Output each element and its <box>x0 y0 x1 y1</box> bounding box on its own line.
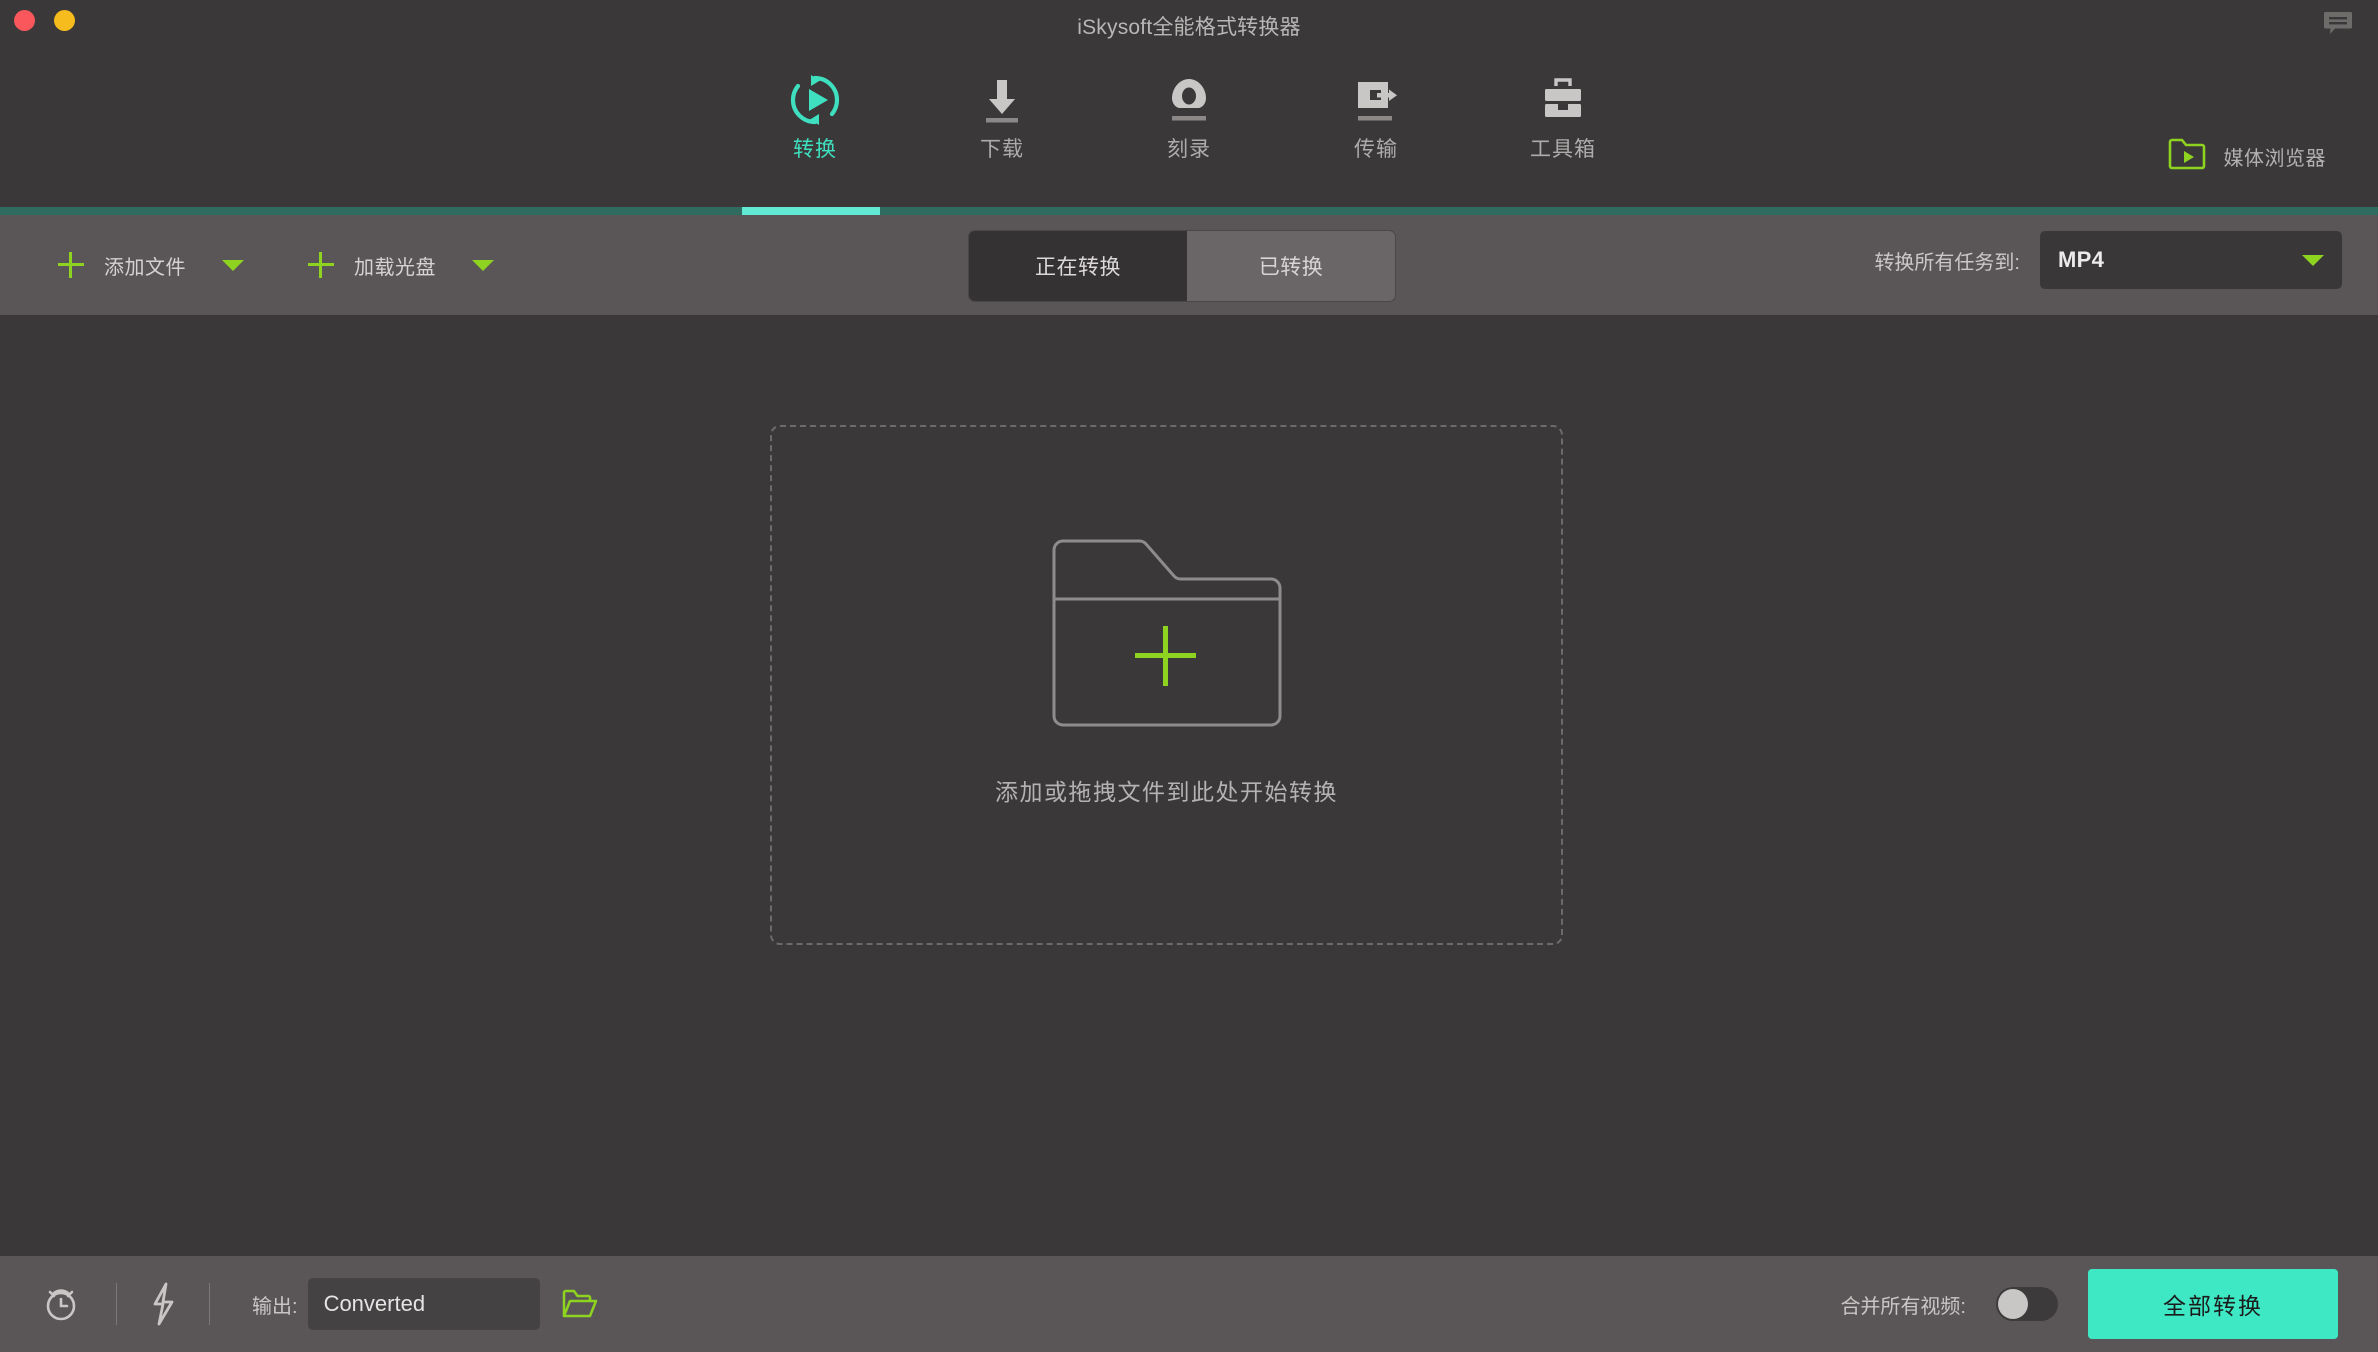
folder-open-icon[interactable] <box>562 1289 598 1319</box>
download-arrow-icon <box>974 69 1030 131</box>
nav-items: 转换 下载 刻录 传输 工具箱 <box>722 55 1657 163</box>
merge-videos-toggle[interactable] <box>1996 1287 2058 1321</box>
speech-bubble-icon[interactable] <box>2323 11 2353 37</box>
convert-all-button[interactable]: 全部转换 <box>2088 1269 2338 1339</box>
nav-active-indicator <box>742 207 880 215</box>
merge-videos-label: 合并所有视频: <box>1840 1295 1966 1318</box>
dropzone-text: 添加或拖拽文件到此处开始转换 <box>995 778 1338 805</box>
action-toolbar: 添加文件 加载光盘 正在转换 已转换 转换所有任务到: MP4 <box>0 215 2378 315</box>
plus-icon <box>308 252 334 278</box>
load-disc-label: 加载光盘 <box>354 256 436 279</box>
transfer-device-icon <box>1348 69 1404 131</box>
disc-burn-icon <box>1161 69 1217 131</box>
output-format-value: MP4 <box>2058 247 2105 272</box>
output-folder-value: Converted <box>323 1291 426 1316</box>
bottom-right-group: 合并所有视频: 全部转换 <box>1840 1256 2378 1352</box>
add-file-chevron-down-icon[interactable] <box>222 259 244 271</box>
media-browser-button[interactable]: 媒体浏览器 <box>2168 138 2327 175</box>
plus-icon <box>58 252 84 278</box>
app-window: iSkysoft全能格式转换器 转换 下载 刻录 传输 工具箱 媒体浏览器 添加… <box>0 0 2378 1352</box>
nav-label-burn: 刻录 <box>1167 138 1211 161</box>
nav-label-transfer: 传输 <box>1354 138 1398 161</box>
nav-item-convert[interactable]: 转换 <box>722 55 909 163</box>
file-dropzone[interactable]: 添加或拖拽文件到此处开始转换 <box>770 425 1563 945</box>
title-bar: iSkysoft全能格式转换器 <box>0 0 2378 50</box>
convert-all-to-group: 转换所有任务到: MP4 <box>1874 231 2342 289</box>
nav-item-burn[interactable]: 刻录 <box>1096 55 1283 163</box>
window-title: iSkysoft全能格式转换器 <box>1077 16 1301 39</box>
add-file-label: 添加文件 <box>104 256 186 279</box>
divider <box>116 1283 117 1325</box>
nav-item-transfer[interactable]: 传输 <box>1283 55 1470 163</box>
nav-item-toolbox[interactable]: 工具箱 <box>1470 55 1657 163</box>
chevron-down-icon <box>2302 255 2324 266</box>
status-tabs: 正在转换 已转换 <box>968 230 1396 302</box>
nav-label-toolbox: 工具箱 <box>1530 138 1596 161</box>
alarm-clock-icon[interactable] <box>40 1283 82 1325</box>
tab-converting[interactable]: 正在转换 <box>969 231 1187 301</box>
bottom-left-group: 输出: Converted <box>0 1278 598 1330</box>
output-folder-select[interactable]: Converted <box>307 1278 540 1330</box>
media-browser-label: 媒体浏览器 <box>2223 148 2326 170</box>
main-navigation: 转换 下载 刻录 传输 工具箱 媒体浏览器 <box>0 50 2378 215</box>
add-file-button[interactable]: 添加文件 <box>58 215 186 315</box>
divider <box>209 1283 210 1325</box>
output-format-select[interactable]: MP4 <box>2040 231 2342 289</box>
convert-refresh-play-icon <box>787 69 843 131</box>
output-label: 输出: <box>252 1295 298 1318</box>
toolbox-icon <box>1535 69 1591 131</box>
nav-item-download[interactable]: 下载 <box>909 55 1096 163</box>
convert-all-to-label: 转换所有任务到: <box>1874 251 2020 274</box>
nav-label-download: 下载 <box>980 138 1024 161</box>
folder-add-icon <box>1051 538 1283 733</box>
toggle-knob <box>1998 1289 2028 1319</box>
tab-converted[interactable]: 已转换 <box>1187 231 1395 301</box>
lightning-bolt-icon[interactable] <box>149 1282 177 1326</box>
bottom-bar: 输出: Converted 合并所有视频: 全部转换 <box>0 1256 2378 1352</box>
load-disc-chevron-down-icon[interactable] <box>472 259 494 271</box>
load-disc-button[interactable]: 加载光盘 <box>308 215 436 315</box>
main-content: 添加或拖拽文件到此处开始转换 <box>0 315 2378 1256</box>
nav-label-convert: 转换 <box>793 138 837 161</box>
nav-separator <box>0 207 2378 215</box>
folder-play-icon <box>2168 138 2206 175</box>
